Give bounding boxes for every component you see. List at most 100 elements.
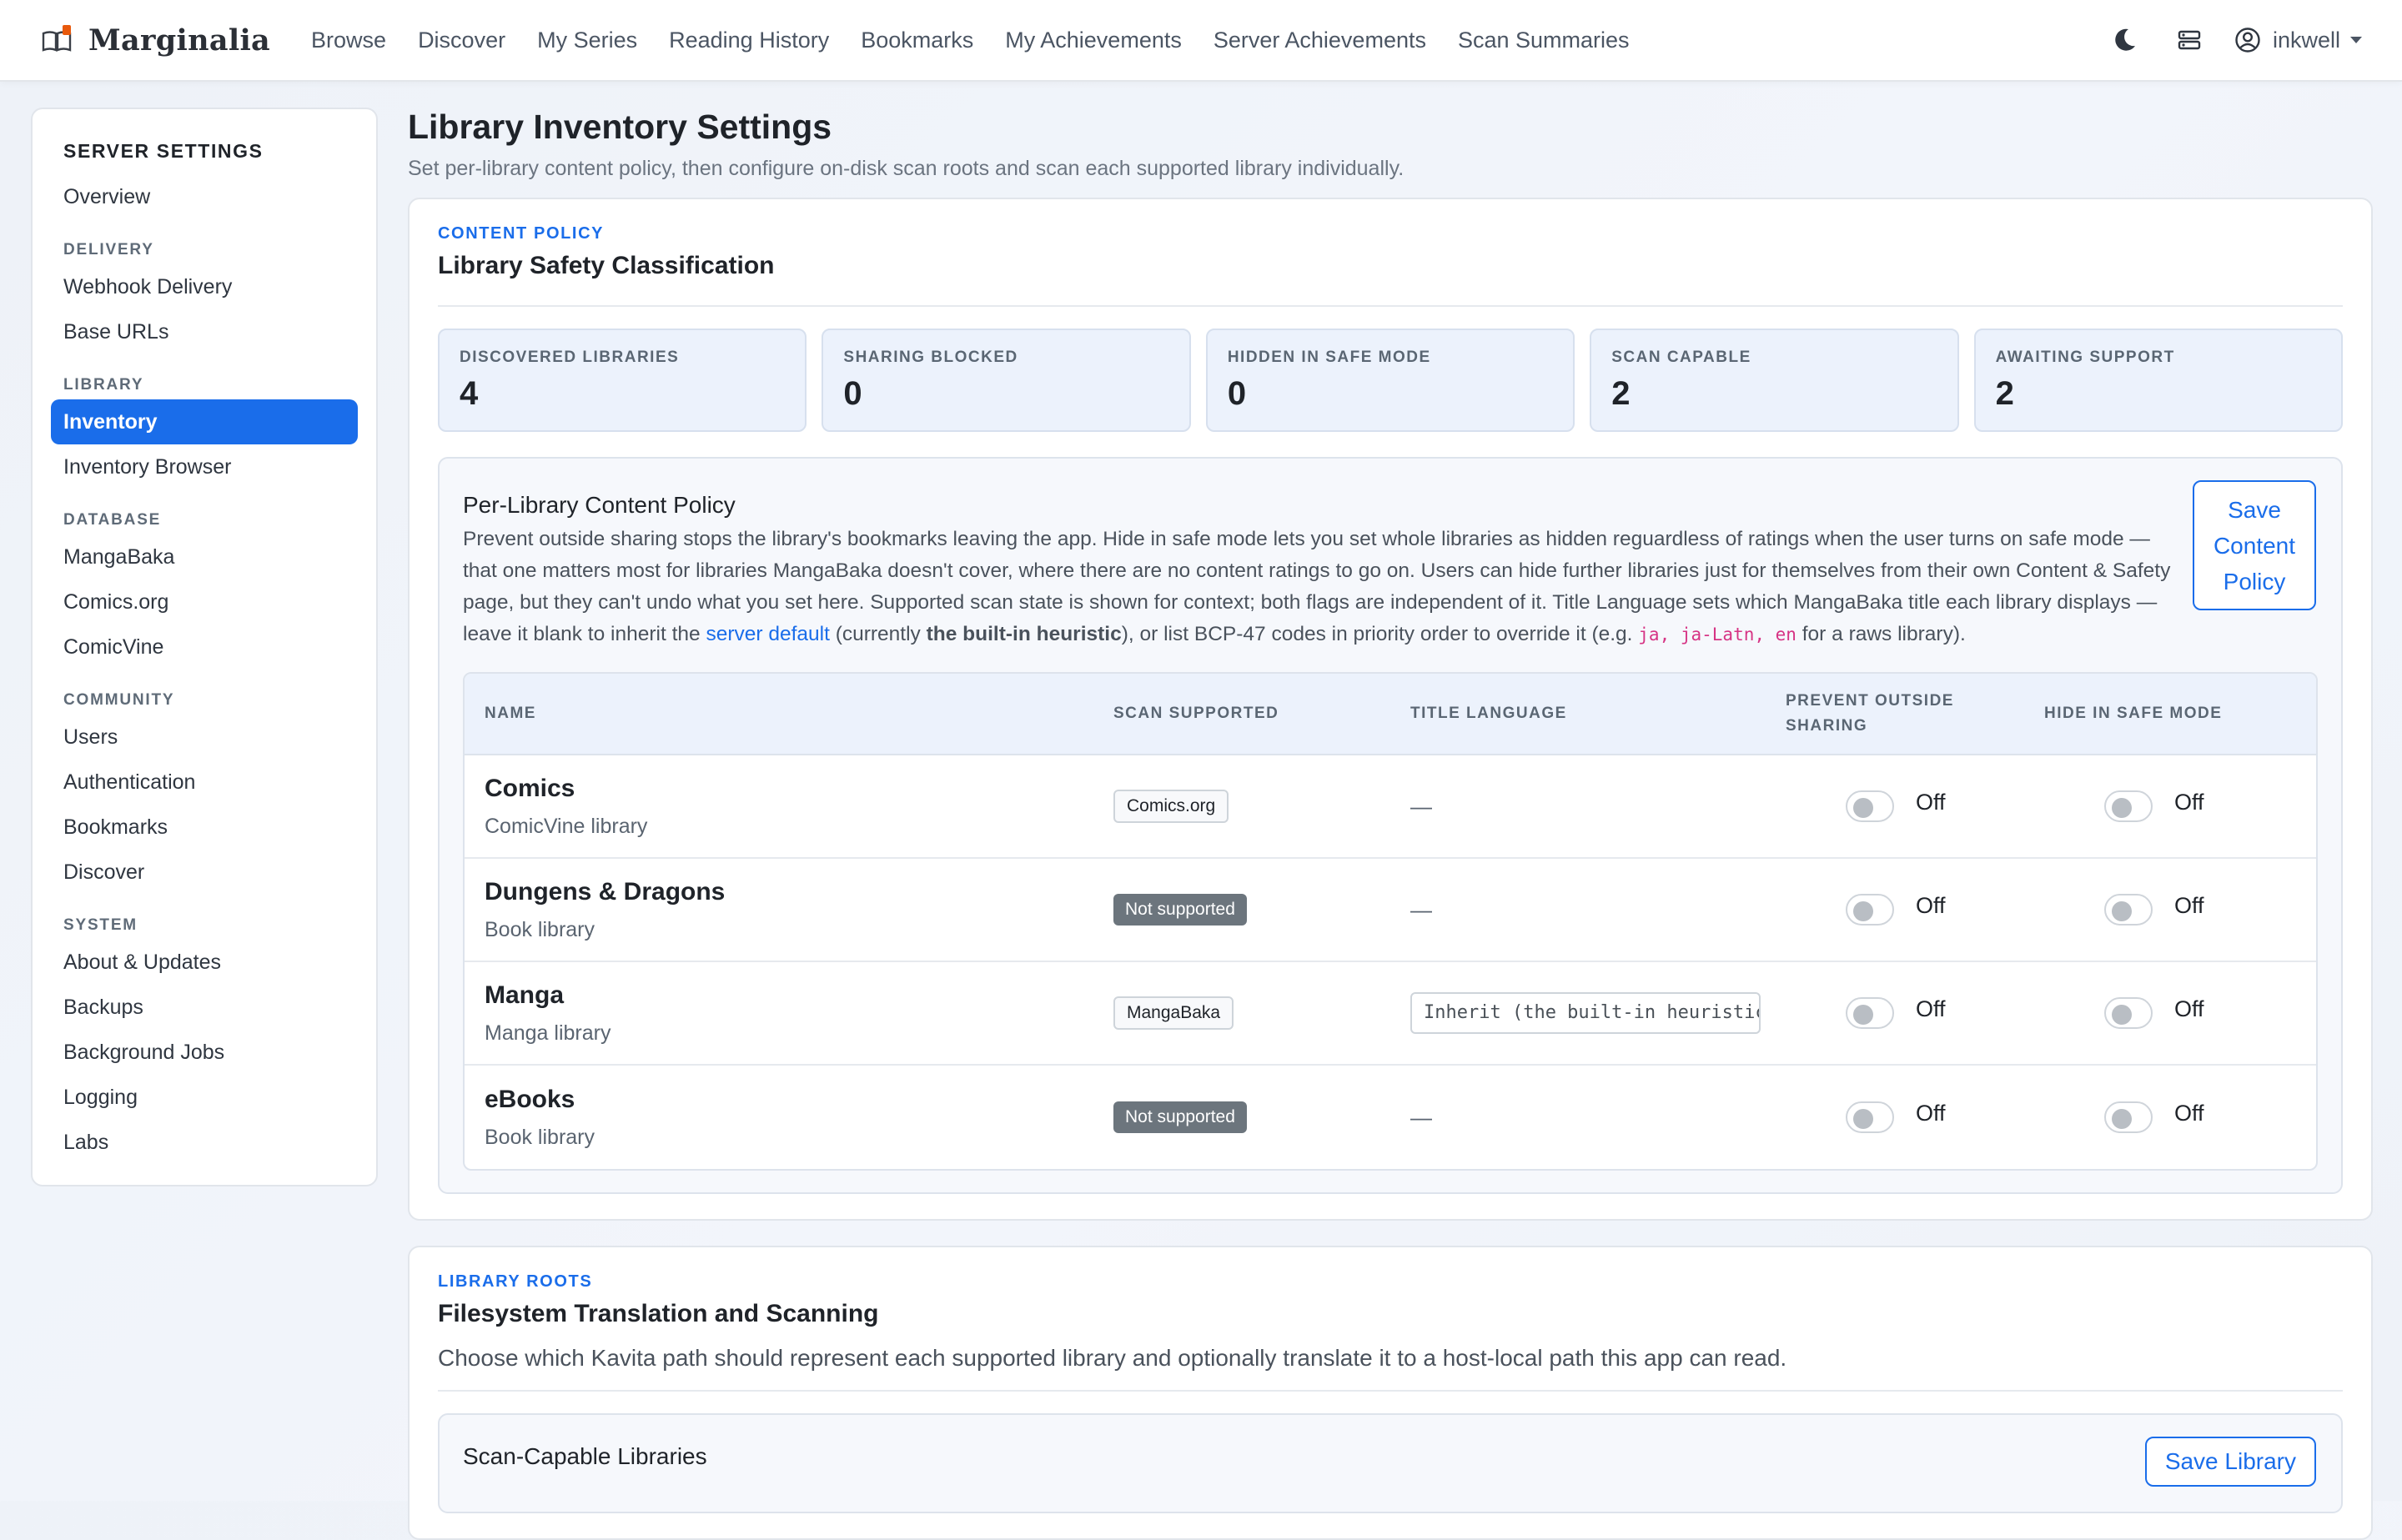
stat-value: 2 (1611, 375, 1631, 412)
sidebar-item-base-urls[interactable]: Base URLs (51, 309, 358, 354)
library-cell: Manga Manga library (465, 981, 1113, 1046)
scan-cell: Not supported (1113, 1101, 1410, 1133)
nav-bookmarks[interactable]: Bookmarks (861, 28, 973, 53)
sidebar-group-system: SYSTEM (63, 916, 138, 934)
sidebar-item-about-updates[interactable]: About & Updates (51, 940, 358, 985)
sidebar-item-backups[interactable]: Backups (51, 985, 358, 1030)
lang-cell: — (1410, 1105, 1786, 1131)
sidebar-item-inventory-browser[interactable]: Inventory Browser (51, 444, 358, 489)
user-circle-icon (2234, 27, 2261, 53)
content-policy-card: CONTENT POLICY Library Safety Classifica… (408, 198, 2373, 1221)
stat-scan-capable: SCAN CAPABLE 2 (1590, 329, 1959, 432)
policy-description: Prevent outside sharing stops the librar… (463, 524, 2181, 650)
sidebar-item-webhook-delivery[interactable]: Webhook Delivery (51, 264, 358, 309)
toggle-wrap: Off (1786, 893, 2044, 926)
content-policy-eyebrow: CONTENT POLICY (438, 224, 605, 243)
stat-discovered-libraries: DISCOVERED LIBRARIES 4 (438, 329, 807, 432)
library-policy-table: NAME SCAN SUPPORTED TITLE LANGUAGE PREVE… (463, 672, 2318, 1171)
title-language-input[interactable]: Inherit (the built-in heuristic) (1410, 992, 1761, 1034)
library-name: eBooks (485, 1085, 575, 1113)
scan-cell: Comics.org (1113, 790, 1410, 823)
scan-capable-title: Scan-Capable Libraries (463, 1443, 707, 1469)
prevent-sharing-toggle[interactable] (1846, 1101, 1894, 1133)
scan-cell: MangaBaka (1113, 996, 1410, 1030)
sidebar-item-comicvine[interactable]: ComicVine (51, 625, 358, 670)
sidebar-item-comics-org[interactable]: Comics.org (51, 579, 358, 625)
brand-name: Marginalia (88, 23, 271, 58)
hide-cell: Off (2044, 996, 2316, 1029)
lang-cell: — (1410, 794, 1786, 820)
column-prevent-sharing: PREVENT OUTSIDE SHARING (1786, 692, 1954, 735)
chevron-down-icon (2350, 37, 2362, 43)
column-name: NAME (485, 705, 536, 722)
toggle-wrap: Off (2044, 892, 2316, 926)
hide-cell: Off (2044, 1101, 2316, 1133)
library-cell: eBooks Book library (465, 1086, 1113, 1150)
stat-value: 2 (1995, 375, 2014, 412)
share-cell: Off (1786, 893, 2044, 926)
nav-server-achievements[interactable]: Server Achievements (1214, 28, 1426, 53)
sidebar-item-discover[interactable]: Discover (51, 850, 358, 895)
sidebar-item-bookmarks[interactable]: Bookmarks (51, 805, 358, 850)
share-cell: Off (1786, 996, 2044, 1029)
sidebar-item-background-jobs[interactable]: Background Jobs (51, 1030, 358, 1075)
stat-value: 4 (460, 375, 479, 412)
nav-browse[interactable]: Browse (311, 28, 386, 53)
prevent-sharing-toggle[interactable] (1846, 997, 1894, 1029)
nav-discover[interactable]: Discover (418, 28, 505, 53)
nav-my-achievements[interactable]: My Achievements (1005, 28, 1182, 53)
sidebar-title: SERVER SETTINGS (63, 140, 264, 162)
library-type: Manga library (485, 1021, 611, 1045)
stat-label: AWAITING SUPPORT (1995, 349, 2175, 366)
server-default-link[interactable]: server default (706, 623, 829, 645)
page-title: Library Inventory Settings (408, 108, 832, 146)
stat-hidden-in-safe-mode: HIDDEN IN SAFE MODE 0 (1205, 329, 1575, 432)
table-row: eBooks Book library Not supported — Off … (465, 1066, 2316, 1169)
content-policy-title: Library Safety Classification (438, 252, 775, 279)
toggle-label: Off (2174, 996, 2204, 1021)
save-library-button[interactable]: Save Library (2144, 1437, 2316, 1487)
toggle-label: Off (2174, 789, 2204, 815)
table-header: NAME SCAN SUPPORTED TITLE LANGUAGE PREVE… (465, 674, 2316, 755)
user-menu[interactable]: inkwell (2234, 27, 2362, 53)
nav-my-series[interactable]: My Series (537, 28, 637, 53)
save-content-policy-button[interactable]: Save Content Policy (2193, 480, 2316, 610)
sidebar-item-overview[interactable]: Overview (51, 174, 358, 219)
username: inkwell (2272, 27, 2340, 53)
lang-cell: — (1410, 897, 1786, 923)
nav-scan-summaries[interactable]: Scan Summaries (1458, 28, 1630, 53)
nav-reading-history[interactable]: Reading History (669, 28, 829, 53)
sidebar-item-inventory[interactable]: Inventory (51, 399, 358, 444)
sidebar-item-labs[interactable]: Labs (51, 1120, 358, 1165)
prevent-sharing-toggle[interactable] (1846, 790, 1894, 822)
hide-safe-mode-toggle[interactable] (2104, 790, 2153, 822)
prevent-sharing-toggle[interactable] (1846, 894, 1894, 926)
hide-safe-mode-toggle[interactable] (2104, 894, 2153, 926)
toggle-wrap: Off (1786, 996, 2044, 1029)
hide-safe-mode-toggle[interactable] (2104, 997, 2153, 1029)
divider (438, 1390, 2343, 1392)
stat-label: HIDDEN IN SAFE MODE (1227, 349, 1431, 366)
library-roots-card: LIBRARY ROOTS Filesystem Translation and… (408, 1246, 2373, 1540)
stat-sharing-blocked: SHARING BLOCKED 0 (822, 329, 1191, 432)
desc-text: for a raws library). (1796, 623, 1966, 645)
sidebar-group-delivery: DELIVERY (63, 241, 154, 258)
sidebar-item-mangabaka[interactable]: MangaBaka (51, 534, 358, 579)
server-icon[interactable] (2173, 23, 2206, 57)
sidebar-item-logging[interactable]: Logging (51, 1075, 358, 1120)
sidebar-item-users[interactable]: Users (51, 715, 358, 760)
brand[interactable]: Marginalia (40, 23, 270, 58)
toggle-label: Off (2174, 892, 2204, 918)
scan-source-badge: Comics.org (1113, 790, 1229, 823)
moon-icon[interactable] (2108, 23, 2141, 57)
table-row: Comics ComicVine library Comics.org — Of… (465, 755, 2316, 859)
column-hide-safe-mode: HIDE IN SAFE MODE (2044, 705, 2223, 722)
policy-panel-title: Per-Library Content Policy (463, 492, 736, 518)
toggle-label: Off (1916, 996, 1946, 1021)
table-row: Manga Manga library MangaBaka Inherit (t… (465, 962, 2316, 1066)
library-roots-eyebrow: LIBRARY ROOTS (438, 1272, 593, 1291)
stat-value: 0 (843, 375, 862, 412)
desc-code: ja, ja-Latn, en (1638, 625, 1796, 645)
hide-safe-mode-toggle[interactable] (2104, 1101, 2153, 1133)
sidebar-item-authentication[interactable]: Authentication (51, 760, 358, 805)
